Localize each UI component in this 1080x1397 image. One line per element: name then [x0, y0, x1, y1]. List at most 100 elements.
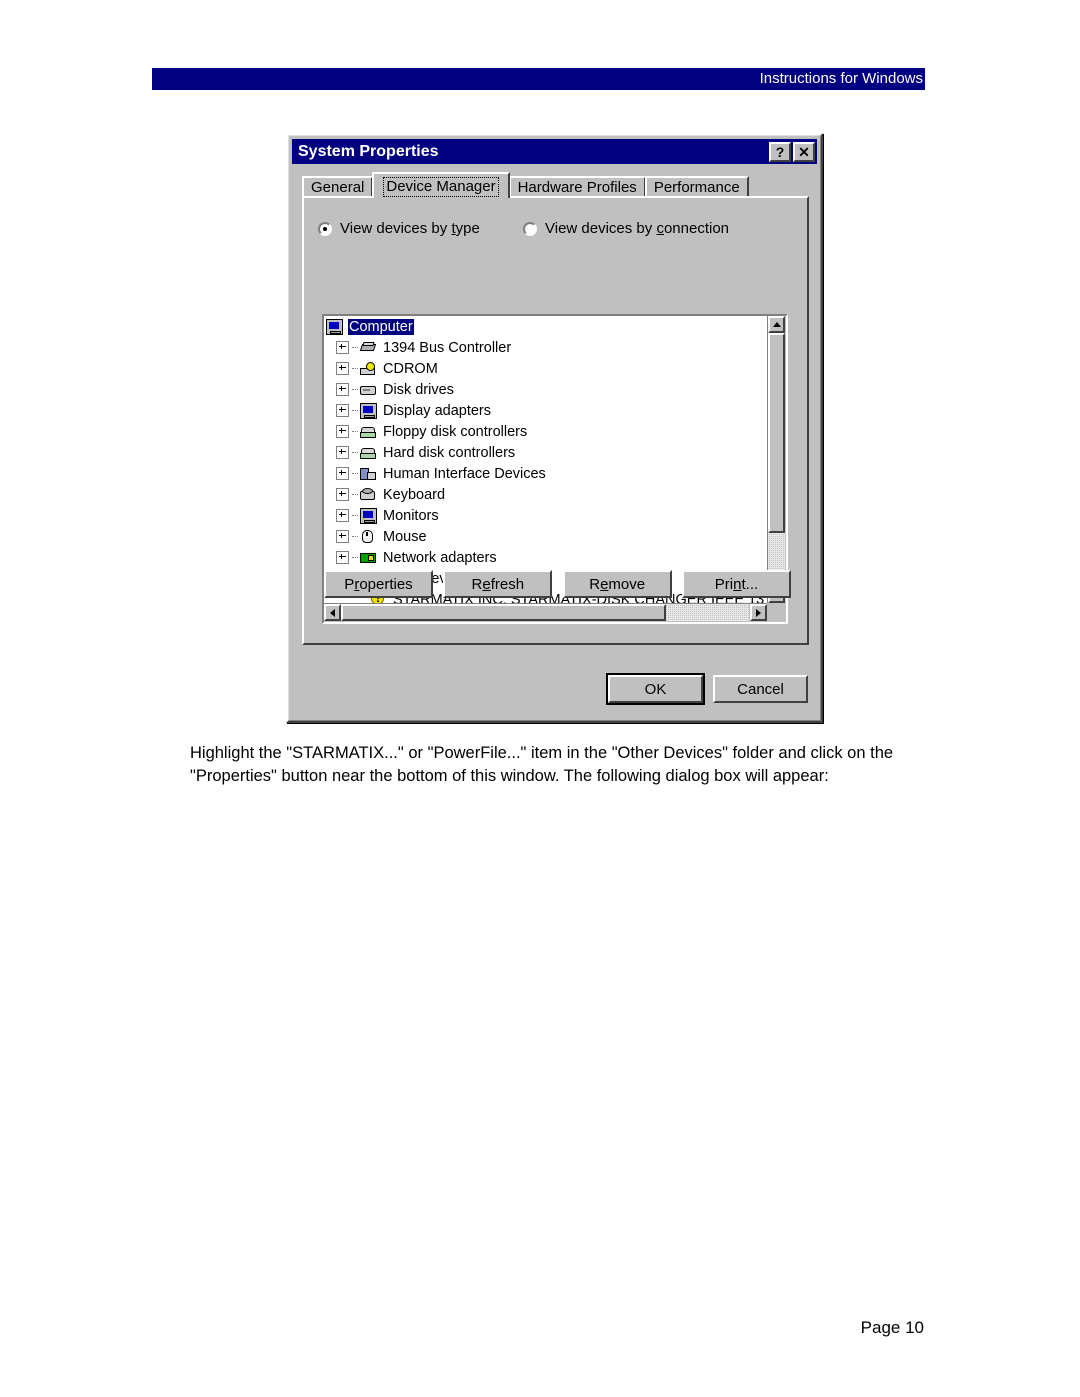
floppy-controller-icon: [360, 424, 377, 440]
horizontal-scroll-thumb[interactable]: [341, 604, 666, 621]
close-icon[interactable]: ✕: [793, 141, 815, 162]
disk-drive-icon: [360, 382, 377, 398]
tree-item[interactable]: Human Interface Devices: [324, 463, 767, 484]
tab-label: General: [311, 179, 365, 196]
cdrom-icon: [360, 361, 377, 377]
tab-hardware-profiles[interactable]: Hardware Profiles: [508, 176, 646, 198]
instruction-paragraph: Highlight the "STARMATIX..." or "PowerFi…: [190, 744, 894, 785]
expand-icon[interactable]: [336, 341, 349, 354]
tree-item-label: Human Interface Devices: [383, 465, 546, 482]
button-label: Refresh: [471, 575, 525, 593]
tab-performance[interactable]: Performance: [644, 176, 749, 198]
button-label: Properties: [344, 575, 413, 593]
expand-icon[interactable]: [336, 551, 349, 564]
tree-connector-line: [352, 409, 358, 412]
vertical-scrollbar[interactable]: [767, 316, 786, 603]
device-tree-viewport: Computer 1394 Bus Controller CDROM Disk dri…: [324, 316, 767, 603]
tree-connector-line: [352, 346, 358, 349]
radio-label-type: View devices by type: [340, 220, 480, 237]
refresh-button[interactable]: Refresh: [443, 570, 553, 598]
device-action-buttons: Properties Refresh Remove Print...: [324, 570, 791, 598]
expand-icon[interactable]: [336, 383, 349, 396]
tree-item[interactable]: Display adapters: [324, 400, 767, 421]
expand-icon[interactable]: [336, 362, 349, 375]
monitor-icon: [360, 507, 377, 524]
arrow-left-icon: [330, 608, 335, 617]
dialog-titlebar[interactable]: System Properties ? ✕: [292, 139, 817, 164]
tree-item-label: CDROM: [383, 360, 438, 377]
expand-icon[interactable]: [336, 530, 349, 543]
tree-connector-line: [352, 430, 358, 433]
radio-view-by-type[interactable]: View devices by type: [318, 220, 480, 237]
network-adapter-icon: [360, 550, 377, 566]
ok-button[interactable]: OK: [606, 673, 705, 705]
properties-button[interactable]: Properties: [324, 570, 433, 598]
tab-general[interactable]: General: [302, 176, 374, 198]
button-label: Cancel: [737, 680, 784, 698]
tree-item-label: Hard disk controllers: [383, 444, 516, 461]
tab-device-manager[interactable]: Device Manager: [372, 172, 510, 198]
scroll-up-button[interactable]: [768, 316, 785, 333]
tree-connector-line: [352, 514, 358, 517]
button-label: Print...: [714, 575, 759, 593]
tree-item[interactable]: Floppy disk controllers: [324, 421, 767, 442]
arrow-right-icon: [756, 608, 761, 617]
tree-item-label: Computer: [348, 318, 414, 335]
tree-item[interactable]: Computer: [324, 316, 767, 337]
tree-connector-line: [352, 367, 358, 370]
tree-item[interactable]: 1394 Bus Controller: [324, 337, 767, 358]
radio-view-by-connection[interactable]: View devices by connection: [523, 220, 729, 237]
tree-item-label: Disk drives: [383, 381, 454, 398]
tree-item[interactable]: Network adapters: [324, 547, 767, 568]
tree-item[interactable]: Disk drives: [324, 379, 767, 400]
computer-icon: [326, 318, 343, 335]
tab-label: Device Manager: [383, 177, 499, 197]
display-adapter-icon: [360, 402, 377, 419]
tree-item[interactable]: Monitors: [324, 505, 767, 526]
expand-icon[interactable]: [336, 467, 349, 480]
dialog-title: System Properties: [298, 142, 439, 160]
tree-item-label: 1394 Bus Controller: [383, 339, 512, 356]
arrow-up-icon: [772, 322, 781, 327]
print-button[interactable]: Print...: [681, 570, 791, 598]
dialog-commit-buttons: OK Cancel: [606, 673, 808, 705]
tree-item-label: Monitors: [383, 507, 439, 524]
tree-connector-line: [352, 451, 358, 454]
tree-item-label: Display adapters: [383, 402, 491, 419]
scroll-right-button[interactable]: [750, 604, 767, 621]
tree-item[interactable]: Hard disk controllers: [324, 442, 767, 463]
button-label: OK: [644, 680, 667, 698]
tab-label: Hardware Profiles: [517, 179, 637, 196]
tree-item[interactable]: Mouse: [324, 526, 767, 547]
remove-button[interactable]: Remove: [562, 570, 672, 598]
tree-connector-line: [352, 556, 358, 559]
titlebar-buttons: ? ✕: [769, 141, 817, 162]
horizontal-scrollbar[interactable]: [324, 603, 767, 622]
tree-connector-line: [352, 535, 358, 538]
scroll-left-button[interactable]: [324, 604, 341, 621]
tree-connector-line: [352, 493, 358, 496]
keyboard-icon: [360, 487, 377, 503]
human-interface-icon: [360, 466, 377, 482]
expand-icon[interactable]: [336, 425, 349, 438]
tree-item-label: Mouse: [383, 528, 427, 545]
tree-item-label: Network adapters: [383, 549, 497, 566]
radio-button-icon-type: [318, 221, 332, 236]
tab-label: Performance: [653, 179, 740, 196]
tree-item[interactable]: CDROM: [324, 358, 767, 379]
dialog-tabstrip: General Device Manager Hardware Profiles Pe…: [302, 172, 807, 198]
page-header-label: Instructions for Windows: [759, 70, 923, 87]
help-icon[interactable]: ?: [769, 141, 791, 162]
radio-label-connection: View devices by connection: [545, 220, 730, 237]
tree-connector-line: [352, 472, 358, 475]
expand-icon[interactable]: [336, 446, 349, 459]
tree-item[interactable]: Keyboard: [324, 484, 767, 505]
device-manager-tab-panel: View devices by type View devices by con…: [302, 196, 809, 645]
radio-button-icon-connection: [523, 221, 537, 236]
cancel-button[interactable]: Cancel: [713, 675, 808, 703]
expand-icon[interactable]: [336, 404, 349, 417]
expand-icon[interactable]: [336, 488, 349, 501]
system-properties-dialog: System Properties ? ✕ View devices by ty…: [286, 133, 823, 723]
expand-icon[interactable]: [336, 509, 349, 522]
vertical-scroll-thumb[interactable]: [768, 333, 785, 533]
